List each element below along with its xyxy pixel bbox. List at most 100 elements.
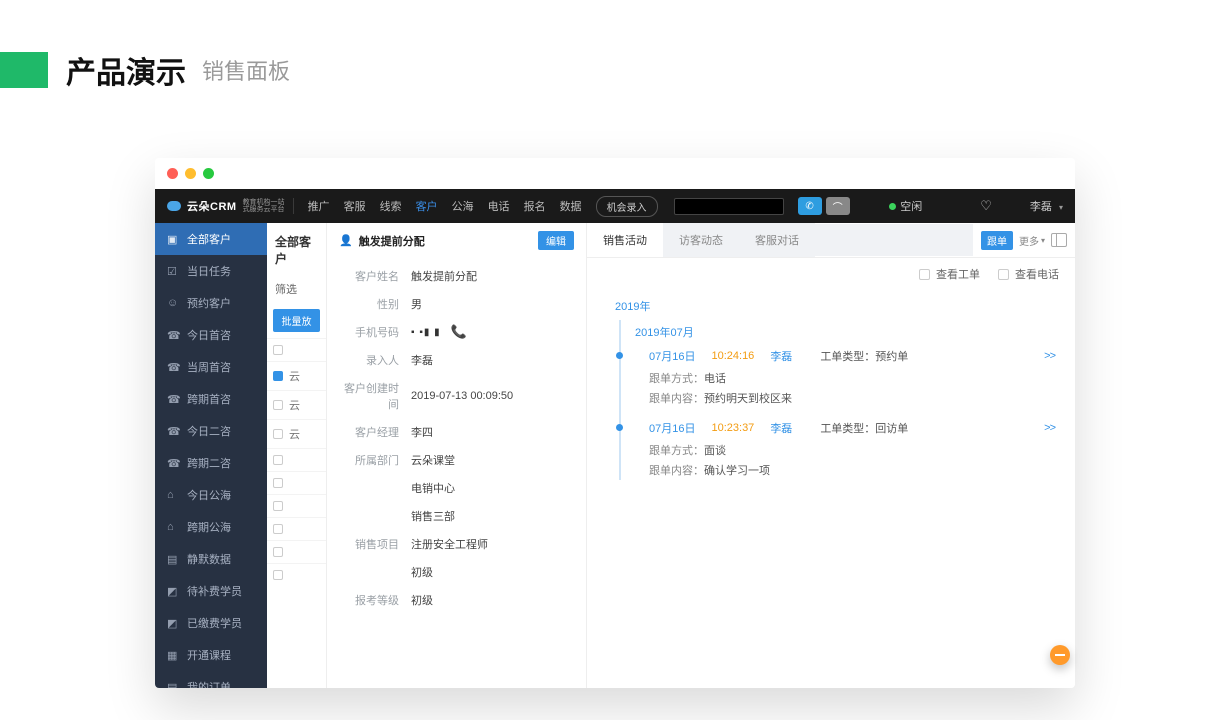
nav-item[interactable]: 公海 xyxy=(452,198,474,214)
detail-body: 客户姓名触发提前分配性别男手机号码▪ ▪▮ ▮📞录入人李磊客户创建时间2019-… xyxy=(327,258,586,628)
field-value: 电销中心 xyxy=(411,480,455,496)
followup-button[interactable]: 跟单 xyxy=(981,231,1013,250)
sidebar-item[interactable]: ☎跨期二咨 xyxy=(155,447,267,479)
sidebar-item-icon: ▤ xyxy=(167,681,179,689)
sidebar-item[interactable]: ☎今日二咨 xyxy=(155,415,267,447)
timeline-year: 2019年 xyxy=(607,294,1055,320)
checkbox[interactable] xyxy=(273,345,283,355)
tab[interactable]: 访客动态 xyxy=(663,223,739,257)
filter-label[interactable]: 筛选 xyxy=(267,273,326,303)
hangup-button[interactable]: ⌒ xyxy=(826,197,850,215)
sidebar-item[interactable]: ▦开通课程 xyxy=(155,639,267,671)
sidebar-item-label: 预约客户 xyxy=(187,295,231,311)
checkbox[interactable] xyxy=(273,478,283,488)
topbar: 云朵CRM 教育机构一站 式服务云平台 推广客服线索客户公海电话报名数据 机会录… xyxy=(155,189,1075,223)
field-row: 初级 xyxy=(341,558,572,586)
list-row[interactable] xyxy=(267,517,326,540)
detail-header: 👤 触发提前分配 编辑 xyxy=(327,223,586,258)
user-menu[interactable]: 李磊 ▾ xyxy=(1030,198,1063,214)
sidebar-item[interactable]: ☎今日首咨 xyxy=(155,319,267,351)
checkbox[interactable] xyxy=(273,371,283,381)
field-row: 录入人李磊 xyxy=(341,346,572,374)
event-expand[interactable]: >> xyxy=(1044,422,1055,434)
sidebar-item[interactable]: ◩待补费学员 xyxy=(155,575,267,607)
opportunity-entry-button[interactable]: 机会录入 xyxy=(596,196,658,217)
window-close-icon[interactable] xyxy=(167,168,178,179)
filter-checkbox[interactable]: 查看工单 xyxy=(919,266,980,282)
checkbox[interactable] xyxy=(273,455,283,465)
nav-item[interactable]: 客户 xyxy=(416,198,438,214)
field-label: 报考等级 xyxy=(341,592,411,608)
filter-checkbox[interactable]: 查看电话 xyxy=(998,266,1059,282)
sidebar-item-icon: ▤ xyxy=(167,553,179,566)
checkbox[interactable] xyxy=(273,570,283,580)
list-row[interactable] xyxy=(267,338,326,361)
field-label: 客户经理 xyxy=(341,424,411,440)
sidebar-item[interactable]: ▣全部客户 xyxy=(155,223,267,255)
list-row[interactable]: 云 xyxy=(267,419,326,448)
sidebar-item-label: 跨期首咨 xyxy=(187,391,231,407)
more-menu[interactable]: 更多 ▾ xyxy=(1019,233,1045,248)
sidebar-item-label: 我的订单 xyxy=(187,679,231,688)
sidebar-item[interactable]: ☺预约客户 xyxy=(155,287,267,319)
tab[interactable]: 客服对话 xyxy=(739,223,815,257)
checkbox[interactable] xyxy=(273,429,283,439)
sidebar: ▣全部客户☑当日任务☺预约客户☎今日首咨☎当周首咨☎跨期首咨☎今日二咨☎跨期二咨… xyxy=(155,223,267,688)
customer-detail-column: 👤 触发提前分配 编辑 客户姓名触发提前分配性别男手机号码▪ ▪▮ ▮📞录入人李… xyxy=(327,223,587,688)
sidebar-item[interactable]: ◩已缴费学员 xyxy=(155,607,267,639)
list-row[interactable] xyxy=(267,471,326,494)
checkbox[interactable] xyxy=(273,400,283,410)
status-text: 空闲 xyxy=(900,198,922,214)
sidebar-item[interactable]: ☑当日任务 xyxy=(155,255,267,287)
sidebar-item-label: 当周首咨 xyxy=(187,359,231,375)
list-row[interactable]: 云 xyxy=(267,361,326,390)
list-row[interactable] xyxy=(267,494,326,517)
edit-button[interactable]: 编辑 xyxy=(538,231,574,250)
sidebar-item[interactable]: ☎跨期首咨 xyxy=(155,383,267,415)
body-area: ▣全部客户☑当日任务☺预约客户☎今日首咨☎当周首咨☎跨期首咨☎今日二咨☎跨期二咨… xyxy=(155,223,1075,688)
sidebar-item[interactable]: ⌂跨期公海 xyxy=(155,511,267,543)
list-row[interactable] xyxy=(267,563,326,586)
field-row: 所属部门云朵课堂 xyxy=(341,446,572,474)
nav-item[interactable]: 推广 xyxy=(308,198,330,214)
list-row[interactable] xyxy=(267,448,326,471)
sidebar-item-label: 待补费学员 xyxy=(187,583,242,599)
checkbox-icon xyxy=(998,269,1009,280)
panel-toggle-icon[interactable] xyxy=(1051,233,1067,247)
event-expand[interactable]: >> xyxy=(1044,350,1055,362)
checkbox[interactable] xyxy=(273,501,283,511)
sidebar-item-label: 今日二咨 xyxy=(187,423,231,439)
nav-item[interactable]: 电话 xyxy=(488,198,510,214)
nav-item[interactable]: 数据 xyxy=(560,198,582,214)
field-row: 客户姓名触发提前分配 xyxy=(341,262,572,290)
search-input[interactable] xyxy=(674,198,784,215)
field-row: 销售项目注册安全工程师 xyxy=(341,530,572,558)
list-row[interactable] xyxy=(267,540,326,563)
tab[interactable]: 销售活动 xyxy=(587,223,663,257)
accent-block xyxy=(0,52,48,88)
sidebar-item[interactable]: ☎当周首咨 xyxy=(155,351,267,383)
sidebar-item-label: 跨期二咨 xyxy=(187,455,231,471)
page-header: 产品演示 销售面板 xyxy=(0,0,1210,116)
window-zoom-icon[interactable] xyxy=(203,168,214,179)
field-value: 初级 xyxy=(411,592,433,608)
call-icon[interactable]: 📞 xyxy=(451,324,467,340)
checkbox[interactable] xyxy=(273,547,283,557)
list-row[interactable]: 云 xyxy=(267,390,326,419)
nav-item[interactable]: 报名 xyxy=(524,198,546,214)
sidebar-item[interactable]: ⌂今日公海 xyxy=(155,479,267,511)
sidebar-item[interactable]: ▤ 我的订单 xyxy=(155,671,267,688)
batch-release-button[interactable]: 批量放 xyxy=(273,309,320,332)
notifications-icon[interactable]: ♡ xyxy=(980,198,992,214)
status-indicator[interactable]: 空闲 xyxy=(889,198,922,214)
collapse-fab[interactable] xyxy=(1050,645,1070,665)
field-label: 客户创建时间 xyxy=(341,380,411,412)
nav-item[interactable]: 客服 xyxy=(344,198,366,214)
window-minimize-icon[interactable] xyxy=(185,168,196,179)
checkbox[interactable] xyxy=(273,524,283,534)
sidebar-item-icon: ⌂ xyxy=(167,489,179,501)
event-body: 跟单方式：电话跟单内容：预约明天到校区来 xyxy=(649,364,1055,408)
sidebar-item[interactable]: ▤静默数据 xyxy=(155,543,267,575)
nav-item[interactable]: 线索 xyxy=(380,198,402,214)
call-button[interactable]: ✆ xyxy=(798,197,822,215)
